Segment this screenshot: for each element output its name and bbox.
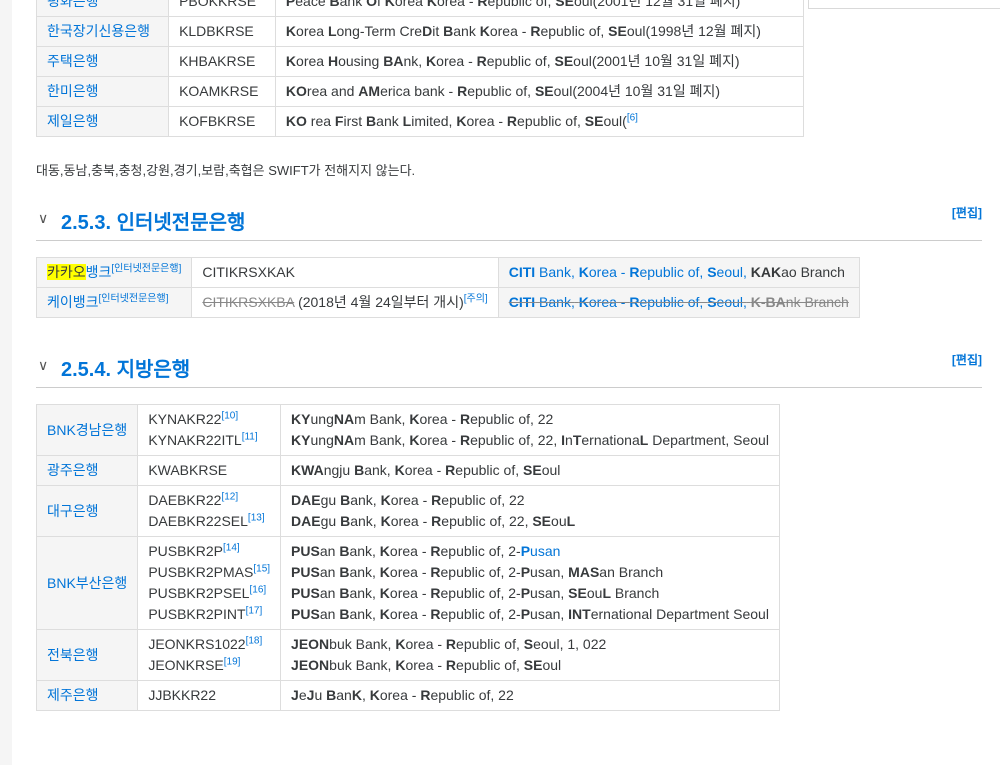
swift-description: Peace Bank Of Korea Korea - Republic of,… <box>274 0 805 17</box>
swift-description: JEONbuk Bank, Korea - Republic of, Seoul… <box>280 629 780 681</box>
bank-link[interactable]: 한미은행 <box>47 83 99 99</box>
swift-note: 대동,동남,충북,충청,강원,경기,보람,축협은 SWIFT가 전해지지 않는다… <box>36 163 416 178</box>
swift-description: Korea Long-Term CreDit Bank Korea - Repu… <box>274 16 805 47</box>
bank-name[interactable]: 케이뱅크[인터넷전문은행] <box>35 287 193 318</box>
swift-code: KLDBKRSE <box>168 16 276 47</box>
swift-codes: KYNAKR22[10] KYNAKR22ITL[11] <box>137 404 282 456</box>
swift-description: Korea Housing BAnk, Korea - Republic of,… <box>274 46 805 77</box>
chevron-down-icon[interactable]: ∨ <box>38 357 48 374</box>
bank-name-link[interactable]: 광주은행 <box>35 455 139 486</box>
bank-link[interactable]: 제일은행 <box>47 113 99 129</box>
section-title[interactable]: 2.5.4. 지방은행 <box>61 353 190 382</box>
swift-description: CITI Bank, Korea - Republic of, Seoul, K… <box>497 287 860 318</box>
chevron-down-icon[interactable]: ∨ <box>38 210 48 227</box>
swift-description: KWAngju Bank, Korea - Republic of, SEoul <box>280 455 780 486</box>
swift-description: DAEgu Bank, Korea - Republic of, 22 DAEgu… <box>280 485 780 537</box>
swift-description: KYungNAm Bank, Korea - Republic of, 22 KY… <box>280 404 780 456</box>
swift-code: KHBAKRSE <box>168 46 276 77</box>
table-row: 광주은행 KWABKRSE KWAngju Bank, Korea - Republ… <box>35 455 780 486</box>
swift-code: CITIKRSXKBA (2018년 4월 24일부터 개시)[주의] <box>191 287 499 318</box>
bank-link[interactable]: 제주은행 <box>47 687 99 703</box>
swift-description: JeJu BanK, Korea - Republic of, 22 <box>280 680 780 711</box>
internet-banks-table: 카카오뱅크[인터넷전문은행] CITIKRSXKAK CITI Bank, Kore… <box>35 257 860 318</box>
table-row: 한국장기신용은행 KLDBKRSE Korea Long-Term CreDit B… <box>35 16 805 47</box>
swift-codes: DAEBKR22[12] DAEBKR22SEL[13] <box>137 485 282 537</box>
table-row: 평화은행 PBOKKRSE Peace Bank Of Korea Korea - … <box>35 0 805 17</box>
bank-name-link[interactable]: 대구은행 <box>35 485 139 537</box>
regional-banks-table: BNK경남은행 KYNAKR22[10] KYNAKR22ITL[11] KYungN… <box>35 404 780 711</box>
edit-link[interactable]: [편집] <box>952 204 982 221</box>
bank-link[interactable]: BNK부산은행 <box>47 575 127 591</box>
section-title[interactable]: 2.5.3. 인터넷전문은행 <box>61 206 245 235</box>
table-row: BNK경남은행 KYNAKR22[10] KYNAKR22ITL[11] KYungN… <box>35 404 780 456</box>
swift-description: KOrea and AMerica bank - Republic of, SE… <box>274 76 805 107</box>
table-row: 제일은행 KOFBKRSE KO rea First Bank Limited, K… <box>35 106 805 137</box>
table-row: 카카오뱅크[인터넷전문은행] CITIKRSXKAK CITI Bank, Kore… <box>35 257 860 288</box>
sidebar-box <box>808 0 1000 9</box>
swift-description: CITI Bank, Korea - Republic of, Seoul, K… <box>497 257 860 288</box>
section-heading-internet-banks: ∨ 2.5.3. 인터넷전문은행 [편집] <box>36 204 982 241</box>
swift-codes: JEONKRS1022[18] JEONKRSE[19] <box>137 629 282 681</box>
bank-link[interactable]: 광주은행 <box>47 462 99 478</box>
bank-name-link[interactable]: 제주은행 <box>35 680 139 711</box>
bank-link[interactable]: 한국장기신용은행 <box>47 23 150 39</box>
swift-codes: KWABKRSE <box>137 455 282 486</box>
swift-code: KOFBKRSE <box>168 106 276 137</box>
bank-link[interactable]: BNK경남은행 <box>47 422 127 438</box>
section-heading-regional-banks: ∨ 2.5.4. 지방은행 [편집] <box>36 351 982 388</box>
swift-code: CITIKRSXKAK <box>191 257 499 288</box>
closed-banks-table: 평화은행 PBOKKRSE Peace Bank Of Korea Korea - … <box>35 0 805 137</box>
swift-codes: JJBKKR22 <box>137 680 282 711</box>
swift-code: KOAMKRSE <box>168 76 276 107</box>
table-row: 주택은행 KHBAKRSE Korea Housing BAnk, Korea - … <box>35 46 805 77</box>
table-row: 전북은행 JEONKRS1022[18] JEONKRSE[19] JEONbuk B… <box>35 629 780 681</box>
bank-name-link[interactable]: 한국장기신용은행 <box>35 16 170 47</box>
bank-name-link[interactable]: 평화은행 <box>35 0 170 17</box>
bank-name-link[interactable]: 전북은행 <box>35 629 139 681</box>
swift-code: PBOKKRSE <box>168 0 276 17</box>
bank-name-link[interactable]: 주택은행 <box>35 46 170 77</box>
swift-description: KO rea First Bank Limited, Korea - Repub… <box>274 106 805 137</box>
bank-link[interactable]: 대구은행 <box>47 503 99 519</box>
table-row: 제주은행 JJBKKR22 JeJu BanK, Korea - Republic … <box>35 680 780 711</box>
bank-name-link[interactable]: 제일은행 <box>35 106 170 137</box>
bank-name-link[interactable]: BNK부산은행 <box>35 536 139 630</box>
table-row: 한미은행 KOAMKRSE KOrea and AMerica bank - Rep… <box>35 76 805 107</box>
table-row: 대구은행 DAEBKR22[12] DAEBKR22SEL[13] DAEgu Ban… <box>35 485 780 537</box>
article-content: 평화은행 PBOKKRSE Peace Bank Of Korea Korea - … <box>12 0 1000 765</box>
swift-description: PUSan Bank, Korea - Republic of, 2-Pusan… <box>280 536 780 630</box>
bank-name-link[interactable]: BNK경남은행 <box>35 404 139 456</box>
table-row: 케이뱅크[인터넷전문은행] CITIKRSXKBA (2018년 4월 24일부터… <box>35 287 860 318</box>
bank-link[interactable]: 주택은행 <box>47 53 99 69</box>
bank-link[interactable]: 전북은행 <box>47 647 99 663</box>
edit-link[interactable]: [편집] <box>952 351 982 368</box>
swift-codes: PUSBKR2P[14] PUSBKR2PMAS[15] PUSBKR2PSEL[1… <box>137 536 282 630</box>
bank-link[interactable]: 평화은행 <box>47 0 99 9</box>
table-row: BNK부산은행 PUSBKR2P[14] PUSBKR2PMAS[15] PUSBKR… <box>35 536 780 630</box>
bank-name-link[interactable]: 한미은행 <box>35 76 170 107</box>
bank-name[interactable]: 카카오뱅크[인터넷전문은행] <box>35 257 193 288</box>
